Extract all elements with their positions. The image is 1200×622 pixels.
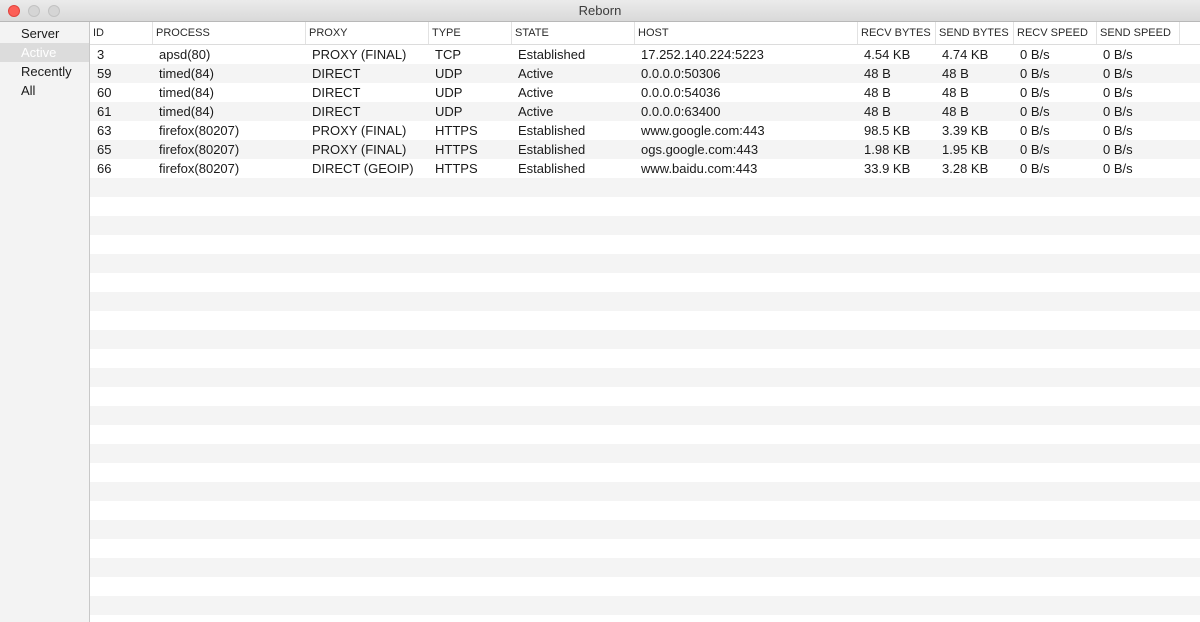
window-title: Reborn [578, 3, 622, 18]
column-header-send-bytes[interactable]: SEND BYTES [936, 22, 1014, 44]
sidebar-item-all[interactable]: All [0, 81, 89, 100]
cell-send-bytes: 48 B [942, 66, 969, 81]
cell-recv-bytes: 48 B [864, 66, 891, 81]
cell-proxy: PROXY (FINAL) [312, 142, 407, 157]
cell-recv-bytes: 1.98 KB [864, 142, 911, 157]
cell-process: timed(84) [159, 85, 214, 100]
cell-host: 0.0.0.0:54036 [641, 85, 721, 100]
cell-send-bytes: 4.74 KB [942, 47, 989, 62]
cell-recv-bytes: 4.54 KB [864, 47, 911, 62]
table-header: ID PROCESS PROXY TYPE STATE HOST RECV BY… [90, 22, 1200, 45]
cell-type: UDP [435, 85, 463, 100]
cell-state: Active [518, 104, 554, 119]
sidebar: Server Active Recently All [0, 22, 90, 622]
cell-send-speed: 0 B/s [1103, 104, 1133, 119]
cell-state: Active [518, 66, 554, 81]
cell-recv-bytes: 48 B [864, 104, 891, 119]
column-header-type[interactable]: TYPE [429, 22, 512, 44]
cell-send-bytes: 48 B [942, 85, 969, 100]
cell-id: 65 [97, 142, 112, 157]
cell-host: www.baidu.com:443 [641, 161, 758, 176]
column-header-recv-speed[interactable]: RECV SPEED [1014, 22, 1097, 44]
table-row[interactable]: 66 firefox(80207) DIRECT (GEOIP) HTTPS Estab… [90, 159, 1200, 178]
cell-host: www.google.com:443 [641, 123, 765, 138]
cell-process: firefox(80207) [159, 142, 240, 157]
cell-type: TCP [435, 47, 461, 62]
cell-recv-bytes: 98.5 KB [864, 123, 911, 138]
cell-id: 3 [97, 47, 105, 62]
title-bar: Reborn [0, 0, 1200, 22]
column-header-proxy[interactable]: PROXY [306, 22, 429, 44]
cell-state: Active [518, 85, 554, 100]
sidebar-item-recently[interactable]: Recently [0, 62, 89, 81]
cell-host: 0.0.0.0:63400 [641, 104, 721, 119]
column-header-send-speed[interactable]: SEND SPEED [1097, 22, 1180, 44]
cell-host: ogs.google.com:443 [641, 142, 759, 157]
cell-proxy: DIRECT [312, 85, 361, 100]
cell-proxy: DIRECT [312, 104, 361, 119]
cell-send-bytes: 3.39 KB [942, 123, 989, 138]
cell-host: 0.0.0.0:50306 [641, 66, 721, 81]
table-row[interactable]: 60 timed(84) DIRECT UDP Active 0.0.0.0:54036 4… [90, 83, 1200, 102]
cell-recv-speed: 0 B/s [1020, 85, 1050, 100]
cell-recv-bytes: 33.9 KB [864, 161, 911, 176]
column-header-state[interactable]: STATE [512, 22, 635, 44]
cell-recv-speed: 0 B/s [1020, 161, 1050, 176]
cell-process: firefox(80207) [159, 161, 240, 176]
cell-send-speed: 0 B/s [1103, 142, 1133, 157]
cell-send-bytes: 3.28 KB [942, 161, 989, 176]
cell-id: 63 [97, 123, 112, 138]
column-header-process[interactable]: PROCESS [153, 22, 306, 44]
cell-proxy: PROXY (FINAL) [312, 47, 407, 62]
cell-process: firefox(80207) [159, 123, 240, 138]
cell-recv-bytes: 48 B [864, 85, 891, 100]
cell-recv-speed: 0 B/s [1020, 104, 1050, 119]
table-row[interactable]: 63 firefox(80207) PROXY (FINAL) HTTPS Establ… [90, 121, 1200, 140]
cell-send-speed: 0 B/s [1103, 85, 1133, 100]
cell-send-speed: 0 B/s [1103, 123, 1133, 138]
cell-state: Established [518, 123, 586, 138]
cell-state: Established [518, 142, 586, 157]
cell-host: 17.252.140.224:5223 [641, 47, 764, 62]
cell-proxy: DIRECT [312, 66, 361, 81]
cell-state: Established [518, 161, 586, 176]
cell-recv-speed: 0 B/s [1020, 47, 1050, 62]
table-body: 3 apsd(80) PROXY (FINAL) TCP Established 17.2… [90, 45, 1200, 178]
cell-recv-speed: 0 B/s [1020, 123, 1050, 138]
cell-proxy: DIRECT (GEOIP) [312, 161, 414, 176]
cell-recv-speed: 0 B/s [1020, 142, 1050, 157]
cell-type: HTTPS [435, 142, 478, 157]
cell-id: 61 [97, 104, 112, 119]
cell-id: 59 [97, 66, 112, 81]
cell-process: apsd(80) [159, 47, 211, 62]
cell-send-speed: 0 B/s [1103, 161, 1133, 176]
cell-type: UDP [435, 104, 463, 119]
cell-process: timed(84) [159, 66, 214, 81]
cell-send-speed: 0 B/s [1103, 66, 1133, 81]
table-row[interactable]: 59 timed(84) DIRECT UDP Active 0.0.0.0:50306 4… [90, 64, 1200, 83]
sidebar-item-server[interactable]: Server [0, 24, 89, 43]
connections-table[interactable]: ID PROCESS PROXY TYPE STATE HOST RECV BY… [90, 22, 1200, 622]
column-header-host[interactable]: HOST [635, 22, 858, 44]
column-header-recv-bytes[interactable]: RECV BYTES [858, 22, 936, 44]
cell-process: timed(84) [159, 104, 214, 119]
cell-send-speed: 0 B/s [1103, 47, 1133, 62]
column-header-id[interactable]: ID [90, 22, 153, 44]
table-row[interactable]: 65 firefox(80207) PROXY (FINAL) HTTPS Establ… [90, 140, 1200, 159]
cell-type: HTTPS [435, 123, 478, 138]
table-row[interactable]: 3 apsd(80) PROXY (FINAL) TCP Established 17.2… [90, 45, 1200, 64]
cell-id: 66 [97, 161, 112, 176]
cell-state: Established [518, 47, 586, 62]
table-row[interactable]: 61 timed(84) DIRECT UDP Active 0.0.0.0:63400 4… [90, 102, 1200, 121]
cell-id: 60 [97, 85, 112, 100]
cell-recv-speed: 0 B/s [1020, 66, 1050, 81]
cell-type: HTTPS [435, 161, 478, 176]
cell-proxy: PROXY (FINAL) [312, 123, 407, 138]
cell-type: UDP [435, 66, 463, 81]
sidebar-item-active[interactable]: Active [0, 43, 89, 62]
cell-send-bytes: 1.95 KB [942, 142, 989, 157]
cell-send-bytes: 48 B [942, 104, 969, 119]
